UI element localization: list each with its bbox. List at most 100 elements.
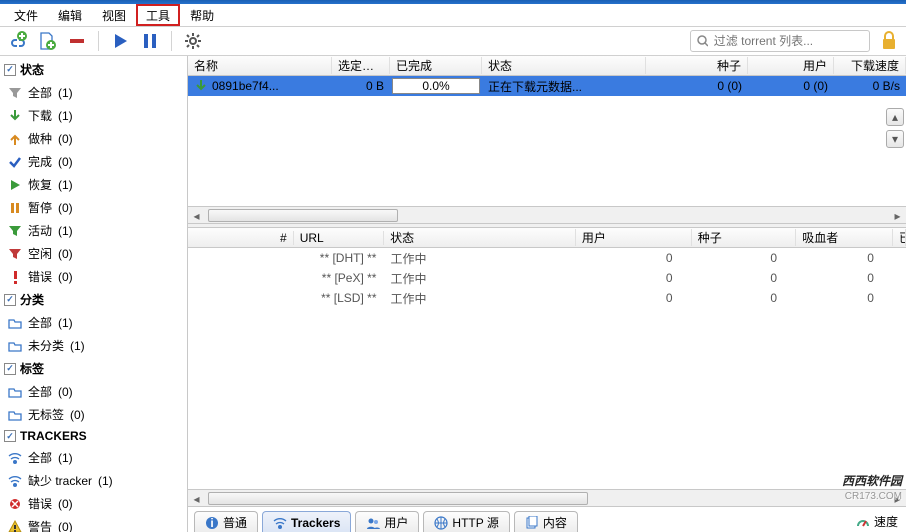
settings-button[interactable]	[182, 30, 204, 52]
start-button[interactable]	[109, 30, 131, 52]
play-green	[8, 178, 22, 192]
tab-label: 内容	[543, 514, 567, 531]
col-status[interactable]: 状态	[482, 57, 646, 74]
menu-view[interactable]: 视图	[92, 4, 136, 26]
scroll-right-icon[interactable]: ▸	[889, 207, 906, 224]
gear-icon	[184, 32, 202, 50]
sidebar-item-count: (1)	[58, 451, 73, 465]
cell-name: 0891be7f4...	[188, 79, 332, 93]
col-peers2[interactable]: 用户	[576, 229, 692, 246]
sidebar-item-label: 活动	[28, 222, 52, 239]
add-link-button[interactable]	[6, 30, 28, 52]
sidebar-item-count: (0)	[58, 201, 73, 215]
sidebar-status-item[interactable]: 全部 (1)	[0, 81, 187, 104]
cell-url: ** [PeX] **	[294, 271, 385, 285]
col-peers[interactable]: 用户	[748, 57, 834, 74]
tab-Trackers[interactable]: Trackers	[262, 511, 351, 532]
svg-text:i: i	[210, 516, 213, 530]
tab-内容[interactable]: 内容	[514, 511, 578, 532]
torrent-hscrollbar[interactable]: ◂ ▸	[188, 206, 906, 223]
sidebar-status-header[interactable]: ✓ 状态	[0, 58, 187, 81]
scroll-thumb[interactable]	[208, 492, 588, 505]
sidebar-tags-item[interactable]: 无标签 (0)	[0, 403, 187, 426]
checkbox-icon[interactable]: ✓	[4, 363, 16, 375]
sidebar-item-label: 错误	[28, 495, 52, 512]
filter-red	[8, 247, 22, 261]
sidebar-trackers-item[interactable]: 错误 (0)	[0, 492, 187, 515]
checkbox-icon[interactable]: ✓	[4, 294, 16, 306]
sidebar-tags-header[interactable]: ✓ 标签	[0, 357, 187, 380]
sidebar-status-item[interactable]: 暂停 (0)	[0, 196, 187, 219]
cell-seeds: 0	[693, 271, 798, 285]
menu-edit[interactable]: 编辑	[48, 4, 92, 26]
col-seeds[interactable]: 种子	[646, 57, 748, 74]
checkbox-icon[interactable]: ✓	[4, 64, 16, 76]
sidebar-tags-item[interactable]: 全部 (0)	[0, 380, 187, 403]
sidebar-trackers-item[interactable]: 警告 (0)	[0, 515, 187, 532]
col-num[interactable]: #	[188, 231, 294, 245]
check-blue	[8, 155, 22, 169]
move-down-button[interactable]: ▾	[886, 130, 904, 148]
menu-tools[interactable]: 工具	[136, 4, 180, 26]
menu-file[interactable]: 文件	[4, 4, 48, 26]
sidebar-status-item[interactable]: 做种 (0)	[0, 127, 187, 150]
main-panel: 名称 选定大小 已完成 状态 种子 用户 下载速度 0891be7f4...0 …	[188, 56, 906, 532]
scroll-left-icon[interactable]: ◂	[188, 207, 205, 224]
sidebar-category-label: 分类	[20, 291, 44, 308]
scroll-left-icon[interactable]: ◂	[188, 490, 205, 507]
sidebar-trackers-header[interactable]: ✓ TRACKERS	[0, 426, 187, 446]
sidebar-category-item[interactable]: 未分类 (1)	[0, 334, 187, 357]
menu-help[interactable]: 帮助	[180, 4, 224, 26]
tab-用户[interactable]: 用户	[355, 511, 419, 532]
sidebar-trackers-item[interactable]: 缺少 tracker (1)	[0, 469, 187, 492]
sidebar-status-item[interactable]: 错误 (0)	[0, 265, 187, 288]
speed-icon	[856, 514, 870, 528]
filter-searchbox[interactable]	[690, 30, 870, 52]
checkbox-icon[interactable]: ✓	[4, 430, 16, 442]
sidebar-item-label: 全部	[28, 449, 52, 466]
tracker-row[interactable]: ** [LSD] **工作中000	[188, 288, 906, 308]
col-downloaded[interactable]: 已下	[893, 229, 906, 246]
scroll-thumb[interactable]	[208, 209, 398, 222]
arrow-down-green	[8, 109, 22, 123]
col-size[interactable]: 选定大小	[332, 57, 390, 74]
tab-HTTP 源[interactable]: HTTP 源	[423, 511, 509, 532]
sidebar-status-item[interactable]: 空闲 (0)	[0, 242, 187, 265]
sidebar-status-item[interactable]: 完成 (0)	[0, 150, 187, 173]
sidebar-trackers-item[interactable]: 全部 (1)	[0, 446, 187, 469]
cell-speed: 0 B/s	[834, 79, 906, 93]
sidebar-status-item[interactable]: 活动 (1)	[0, 219, 187, 242]
tab-普通[interactable]: i普通	[194, 511, 258, 532]
move-up-button[interactable]: ▴	[886, 108, 904, 126]
col-leech[interactable]: 吸血者	[796, 229, 893, 246]
torrent-row[interactable]: 0891be7f4...0 B0.0%正在下载元数据...0 (0)0 (0)0…	[188, 76, 906, 96]
col-seeds2[interactable]: 种子	[692, 229, 796, 246]
sidebar-item-label: 完成	[28, 153, 52, 170]
lock-icon	[880, 31, 898, 51]
add-file-button[interactable]	[36, 30, 58, 52]
sidebar-status-item[interactable]: 恢复 (1)	[0, 173, 187, 196]
users-icon	[366, 516, 380, 530]
tracker-hscrollbar[interactable]: ◂ ▸	[188, 489, 906, 506]
remove-button[interactable]	[66, 30, 88, 52]
toolbar-separator	[98, 31, 99, 51]
cell-peers: 0	[577, 271, 693, 285]
filter-input[interactable]	[714, 34, 863, 48]
link-icon	[7, 31, 27, 51]
scroll-right-icon[interactable]: ▸	[889, 490, 906, 507]
col-url[interactable]: URL	[294, 231, 384, 245]
sidebar-status-item[interactable]: 下载 (1)	[0, 104, 187, 127]
pause-button[interactable]	[139, 30, 161, 52]
tracker-row[interactable]: ** [DHT] **工作中000	[188, 248, 906, 268]
col-name[interactable]: 名称	[188, 57, 332, 74]
tracker-row[interactable]: ** [PeX] **工作中000	[188, 268, 906, 288]
cell-peers: 0	[577, 251, 693, 265]
lock-button[interactable]	[878, 30, 900, 52]
sidebar-category-item[interactable]: 全部 (1)	[0, 311, 187, 334]
folder-blue	[8, 339, 22, 353]
col-status2[interactable]: 状态	[384, 229, 576, 246]
col-speed[interactable]: 下载速度	[834, 57, 906, 74]
col-done[interactable]: 已完成	[390, 57, 482, 74]
sidebar-category-header[interactable]: ✓ 分类	[0, 288, 187, 311]
sidebar-item-label: 暂停	[28, 199, 52, 216]
